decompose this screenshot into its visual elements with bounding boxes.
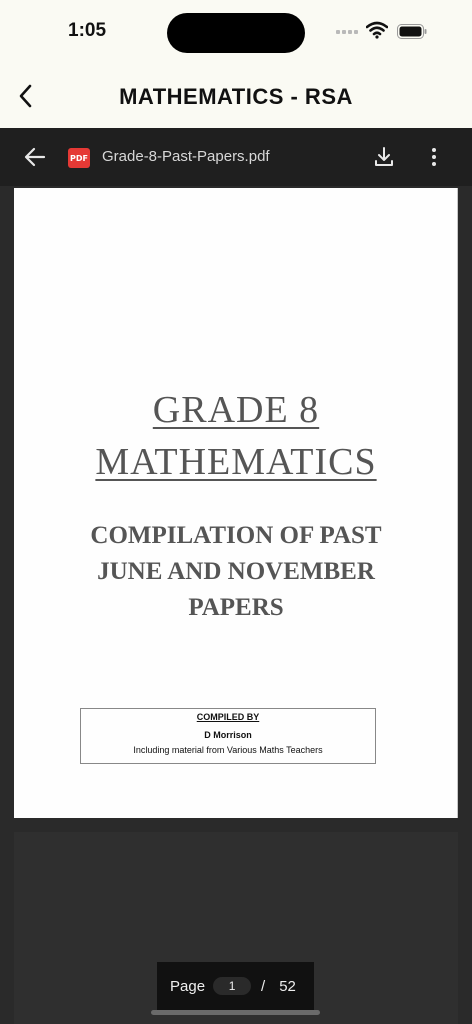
dynamic-island bbox=[167, 13, 305, 53]
page-title: MATHEMATICS - RSA bbox=[119, 84, 353, 109]
document-subtitle-line-2: JUNE AND NOVEMBER bbox=[97, 558, 375, 585]
download-icon[interactable] bbox=[372, 145, 396, 169]
page-number-input[interactable]: 1 bbox=[213, 977, 252, 995]
cellular-signal-icon bbox=[336, 30, 360, 36]
app-header: MATHEMATICS - RSA bbox=[0, 62, 472, 128]
page-total: 52 bbox=[279, 977, 296, 995]
file-name: Grade-8-Past-Papers.pdf bbox=[102, 148, 270, 165]
pdf-file-icon: PDF bbox=[68, 148, 90, 168]
compiler-name: D Morrison bbox=[204, 730, 252, 740]
compiled-by-box: COMPILED BY D Morrison Including materia… bbox=[80, 708, 376, 764]
wifi-icon bbox=[366, 21, 388, 39]
document-title-line-1: GRADE 8 bbox=[152, 389, 320, 431]
page-edge-line bbox=[457, 188, 458, 818]
compiled-by-label: COMPILED BY bbox=[196, 712, 260, 722]
battery-icon bbox=[397, 24, 427, 39]
more-vertical-icon[interactable] bbox=[424, 145, 444, 169]
document-subtitle-line-3: PAPERS bbox=[188, 594, 284, 621]
status-bar: 1:05 bbox=[0, 0, 472, 62]
status-time: 1:05 bbox=[68, 20, 107, 41]
document-subtitle-line-1: COMPILATION OF PAST bbox=[90, 522, 382, 549]
arrow-left-icon[interactable] bbox=[22, 145, 48, 169]
pdf-page-1: GRADE 8 MATHEMATICS COMPILATION OF PAST … bbox=[14, 188, 458, 818]
page-indicator: Page 1 / 52 bbox=[157, 962, 314, 1010]
document-title-line-2: MATHEMATICS bbox=[95, 441, 377, 483]
page-label: Page bbox=[170, 977, 206, 995]
compiled-note: Including material from Various Maths Te… bbox=[133, 745, 323, 755]
page-separator: / bbox=[261, 977, 266, 995]
home-indicator[interactable] bbox=[151, 1010, 320, 1015]
